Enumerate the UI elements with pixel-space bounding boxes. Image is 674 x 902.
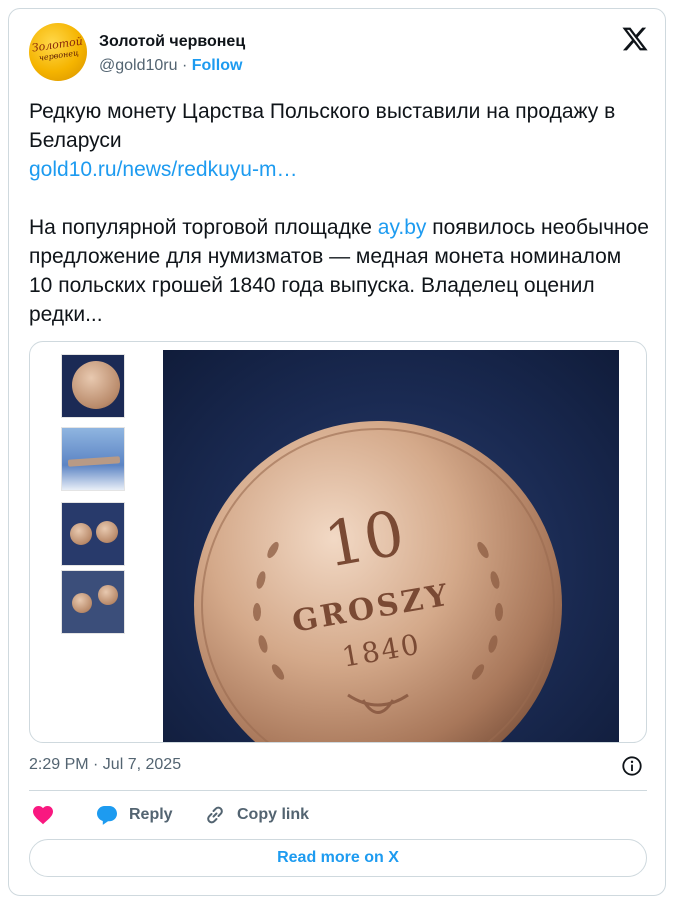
timestamp[interactable]: 2:29 PM · Jul 7, 2025 [29, 756, 181, 774]
follow-button[interactable]: Follow [192, 57, 243, 74]
tweet-media[interactable]: 10 GROSZY 1840 [29, 341, 647, 743]
article-link[interactable]: gold10.ru/news/redkuyu-m… [29, 158, 297, 181]
coin-denomination: 10 [319, 496, 409, 582]
reply-icon[interactable] [95, 803, 119, 827]
thumbnail-coin-closeup [61, 354, 125, 418]
avatar[interactable]: Золотой червонец [29, 23, 87, 81]
info-icon[interactable] [621, 755, 643, 777]
copy-link-button[interactable]: Copy link [237, 806, 309, 824]
heart-icon[interactable] [31, 803, 55, 827]
divider [29, 790, 647, 791]
tweet-text: Редкую монету Царства Польского выставил… [29, 97, 649, 329]
tweet-paragraph: На популярной торговой площадке ay.by по… [29, 216, 649, 326]
thumbnail-two-coins-alt [61, 570, 125, 634]
thumbnail-two-coins [61, 502, 125, 566]
x-logo-icon[interactable] [621, 25, 649, 53]
read-more-button[interactable]: Read more on X [29, 839, 647, 877]
reply-button[interactable]: Reply [129, 806, 173, 824]
author-handle[interactable]: @gold10ru [99, 57, 178, 74]
handle-row: @gold10ru · Follow [99, 57, 243, 74]
tweet-line: Редкую монету Царства Польского выставил… [29, 100, 616, 152]
main-coin-image: 10 GROSZY 1840 [163, 350, 619, 742]
author-name[interactable]: Золотой червонец [99, 33, 245, 51]
avatar-logo: Золотой червонец [30, 34, 84, 63]
link-icon[interactable] [203, 803, 227, 827]
tweet-card: Золотой червонец Золотой червонец @gold1… [8, 8, 666, 896]
coin-illustration: 10 GROSZY 1840 [194, 421, 562, 742]
tweet-actions: Reply Copy link [29, 803, 649, 827]
ay-by-link[interactable]: ay.by [378, 216, 427, 239]
thumbnail-coin-edge [61, 427, 125, 491]
tweet-header: Золотой червонец Золотой червонец @gold1… [29, 23, 649, 83]
